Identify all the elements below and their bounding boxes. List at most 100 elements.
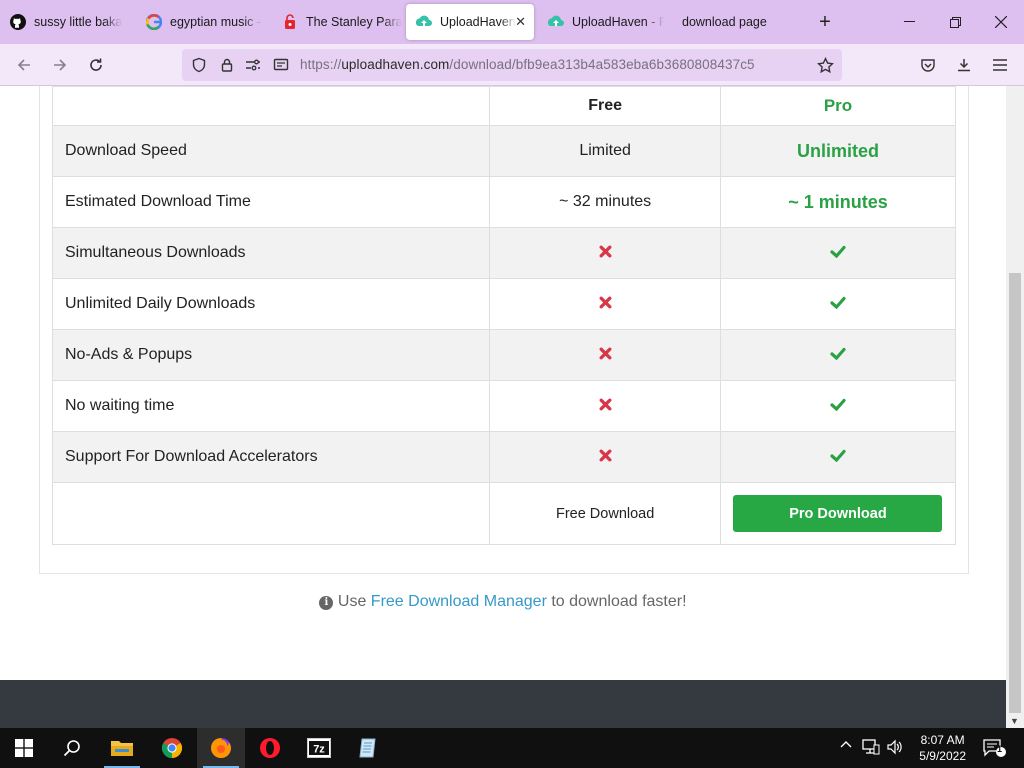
free-cell <box>489 227 721 279</box>
firefox-taskbar-button[interactable] <box>197 728 245 768</box>
scroll-down-arrow-icon[interactable]: ▼ <box>1010 716 1019 726</box>
minimize-icon <box>903 21 915 22</box>
address-bar[interactable]: https://uploadhaven.com/download/bfb9ea3… <box>182 49 842 81</box>
close-tab-icon[interactable]: ✕ <box>515 14 526 30</box>
table-row: Unlimited Daily Downloads <box>51 278 957 330</box>
tab-stanley-parable[interactable]: The Stanley Parab <box>272 4 402 40</box>
pocket-button[interactable] <box>914 52 942 78</box>
minimize-button[interactable] <box>886 0 932 44</box>
shield-icon[interactable] <box>190 56 208 74</box>
reload-button[interactable] <box>82 52 110 78</box>
network-icon[interactable] <box>862 739 880 758</box>
feature-label: No-Ads & Popups <box>51 329 491 381</box>
free-cell <box>489 380 721 432</box>
vertical-scrollbar[interactable]: ▼ <box>1006 86 1024 728</box>
feature-label: Simultaneous Downloads <box>51 227 491 279</box>
permissions-icon[interactable] <box>244 56 262 74</box>
arrow-right-icon <box>54 59 67 71</box>
empty-cell <box>51 482 491 545</box>
download-icon <box>958 59 970 72</box>
reader-view-icon[interactable] <box>272 56 290 74</box>
firefox-icon <box>211 738 231 758</box>
reload-icon <box>90 58 102 71</box>
windows-logo-icon <box>15 739 33 757</box>
pro-plan-header: Pro <box>719 86 957 126</box>
downloads-button[interactable] <box>950 52 978 78</box>
svg-text:7z: 7z <box>313 744 325 756</box>
opera-icon <box>260 738 280 758</box>
7zip-icon: 7z <box>307 738 331 758</box>
notepad-icon <box>359 738 376 758</box>
scrollbar-thumb[interactable] <box>1009 273 1021 713</box>
free-plan-header: Free <box>489 86 721 126</box>
show-hidden-icons-chevron-icon[interactable] <box>840 739 852 754</box>
forward-button[interactable] <box>46 52 74 78</box>
feature-label: Support For Download Accelerators <box>51 431 491 483</box>
table-row: Support For Download Accelerators <box>51 431 957 483</box>
file-explorer-taskbar-button[interactable] <box>98 728 146 768</box>
free-download-cell: Free Download <box>489 482 721 545</box>
notification-count: 1 <box>997 744 1003 754</box>
tab-uploadhaven-active[interactable]: UploadHaven ✕ <box>406 4 534 40</box>
table-row: No-Ads & Popups <box>51 329 957 381</box>
feature-label: Estimated Download Time <box>51 176 491 228</box>
action-center-icon <box>983 739 1006 757</box>
page-footer <box>0 680 1006 728</box>
lock-icon[interactable] <box>218 56 236 74</box>
table-header-row: Free Pro <box>51 86 957 126</box>
7zip-taskbar-button[interactable]: 7z <box>295 728 343 768</box>
github-icon <box>10 14 26 30</box>
tab-google[interactable]: egyptian music - <box>136 4 264 40</box>
back-button[interactable] <box>10 52 38 78</box>
check-icon <box>830 447 846 463</box>
windows-taskbar: 7z 8:07 AM 5/9/2022 1 <box>0 728 1024 768</box>
search-button[interactable] <box>48 728 96 768</box>
table-row: Simultaneous Downloads <box>51 227 957 279</box>
tab-download-page[interactable]: download page <box>672 4 800 40</box>
check-icon <box>830 243 846 259</box>
volume-icon[interactable] <box>886 739 904 758</box>
pro-download-button[interactable]: Pro Download <box>733 495 943 532</box>
tab-github[interactable]: sussy little baka <box>0 4 128 40</box>
notepad-taskbar-button[interactable] <box>344 728 392 768</box>
start-button[interactable] <box>0 728 48 768</box>
feature-header-cell <box>51 86 491 126</box>
cross-icon <box>597 294 613 310</box>
free-value: ~ 32 minutes <box>489 176 721 228</box>
pro-cell <box>719 227 957 279</box>
close-icon <box>995 16 1007 28</box>
pro-cell <box>719 380 957 432</box>
free-download-link[interactable]: Free Download <box>556 506 654 522</box>
notifications-button[interactable]: 1 <box>982 738 1006 761</box>
taskbar-clock[interactable]: 8:07 AM 5/9/2022 <box>919 732 966 764</box>
hamburger-icon <box>993 59 1007 71</box>
close-window-button[interactable] <box>978 0 1024 44</box>
plan-comparison-table: Free Pro Download Speed Limited Unlimite… <box>51 86 957 545</box>
pro-cell <box>719 431 957 483</box>
pro-value: Unlimited <box>719 125 957 177</box>
tab-uploadhaven-2[interactable]: UploadHaven - Fi <box>538 4 666 40</box>
menu-button[interactable] <box>986 52 1014 78</box>
check-icon <box>830 396 846 412</box>
google-icon <box>146 14 162 30</box>
table-row: Estimated Download Time ~ 32 minutes ~ 1… <box>51 176 957 228</box>
folder-icon <box>111 741 133 756</box>
pro-value: ~ 1 minutes <box>719 176 957 228</box>
free-download-manager-link[interactable]: Free Download Manager <box>371 593 547 610</box>
chrome-icon <box>161 738 183 759</box>
table-row: Download Speed Limited Unlimited <box>51 125 957 177</box>
new-tab-button[interactable]: + <box>802 0 848 44</box>
pocket-icon <box>921 59 935 72</box>
feature-label: Download Speed <box>51 125 491 177</box>
browser-tab-strip: sussy little baka egyptian music - The S… <box>0 0 1024 44</box>
opera-taskbar-button[interactable] <box>246 728 294 768</box>
chrome-taskbar-button[interactable] <box>148 728 196 768</box>
cross-icon <box>597 447 613 463</box>
restore-button[interactable] <box>932 0 978 44</box>
game-icon <box>282 14 298 30</box>
check-icon <box>830 294 846 310</box>
bookmark-star-icon[interactable] <box>816 56 834 74</box>
uploadhaven-icon <box>416 14 432 30</box>
free-cell <box>489 431 721 483</box>
url-text[interactable]: https://uploadhaven.com/download/bfb9ea3… <box>300 57 755 72</box>
